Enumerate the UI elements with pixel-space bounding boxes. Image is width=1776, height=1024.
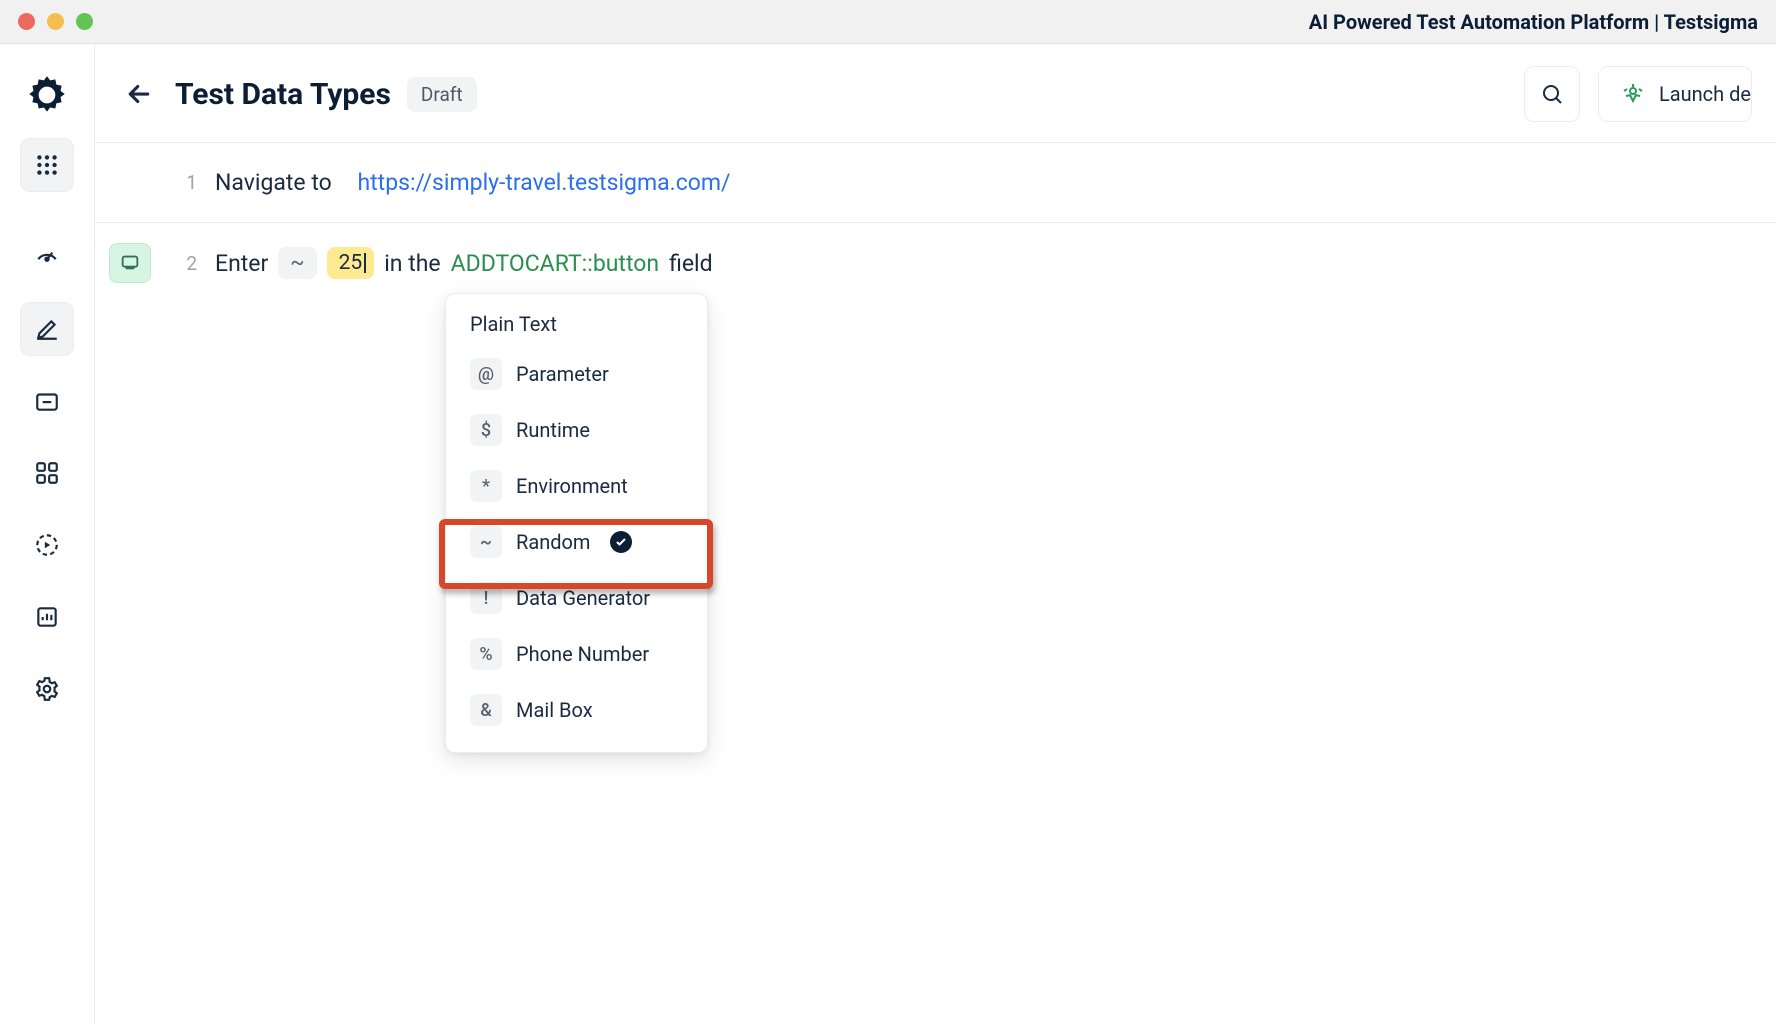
data-value[interactable]: 25 — [327, 247, 375, 279]
step-text-mid: in the — [384, 250, 440, 277]
nlp-badge[interactable] — [109, 243, 151, 283]
back-button[interactable] — [119, 74, 159, 114]
dropdown-item-label: Random — [516, 530, 590, 554]
close-window-button[interactable] — [18, 13, 35, 30]
step-verb: Navigate to — [215, 169, 332, 196]
dropdown-item-label: Environment — [516, 474, 628, 498]
sidebar-item-runs[interactable] — [20, 518, 74, 572]
at-icon: @ — [470, 358, 502, 390]
sidebar-item-edit[interactable] — [20, 302, 74, 356]
step-verb: Enter — [215, 250, 268, 277]
search-button[interactable] — [1524, 66, 1580, 122]
dropdown-item-label: Mail Box — [516, 698, 593, 722]
dropdown-item-label: Phone Number — [516, 642, 649, 666]
dropdown-item-label: Parameter — [516, 362, 609, 386]
sidebar-item-components[interactable] — [20, 446, 74, 500]
traffic-lights — [18, 13, 93, 30]
check-icon — [610, 531, 632, 553]
dropdown-item-runtime[interactable]: $ Runtime — [446, 402, 707, 458]
dropdown-item-mail-box[interactable]: & Mail Box — [446, 682, 707, 738]
data-type-indicator[interactable]: ~ — [278, 247, 316, 279]
sidebar-item-folders[interactable] — [20, 374, 74, 428]
tilde-icon: ~ — [470, 526, 502, 558]
app-logo[interactable] — [22, 70, 72, 120]
window-title: AI Powered Test Automation Platform | Te… — [1309, 10, 1758, 34]
dollar-icon: $ — [470, 414, 502, 446]
steps-list: 1 Navigate to https://simply-travel.test… — [95, 143, 1776, 1024]
step-url[interactable]: https://simply-travel.testsigma.com/ — [357, 169, 730, 196]
page-header: Test Data Types Draft Launch de — [95, 44, 1776, 143]
step-number: 1 — [165, 171, 215, 194]
sidebar-item-reports[interactable] — [20, 590, 74, 644]
status-badge: Draft — [407, 77, 477, 112]
dropdown-header: Plain Text — [446, 312, 707, 346]
dropdown-item-label: Runtime — [516, 418, 590, 442]
data-type-dropdown[interactable]: Plain Text @ Parameter $ Runtime * Envir… — [445, 293, 708, 753]
page-title: Test Data Types — [175, 77, 391, 112]
minimize-window-button[interactable] — [47, 13, 64, 30]
dropdown-item-data-generator[interactable]: ! Data Generator — [446, 570, 707, 626]
dropdown-item-parameter[interactable]: @ Parameter — [446, 346, 707, 402]
sidebar-item-settings[interactable] — [20, 662, 74, 716]
dropdown-item-environment[interactable]: * Environment — [446, 458, 707, 514]
step-row[interactable]: 1 Navigate to https://simply-travel.test… — [95, 143, 1776, 223]
step-element[interactable]: ADDTOCART::button — [451, 250, 659, 277]
percent-icon: % — [470, 638, 502, 670]
exclaim-icon: ! — [470, 582, 502, 614]
maximize-window-button[interactable] — [76, 13, 93, 30]
dropdown-item-label: Data Generator — [516, 586, 650, 610]
step-text-suffix: field — [669, 250, 713, 277]
step-row[interactable]: 2 Enter ~ 25 in the ADDTOCART::button fi… — [95, 223, 1776, 303]
sidebar — [0, 44, 95, 1024]
dropdown-item-random[interactable]: ~ Random — [446, 514, 707, 570]
step-number: 2 — [165, 252, 215, 275]
launch-button-label: Launch de — [1659, 82, 1751, 106]
ampersand-icon: & — [470, 694, 502, 726]
dropdown-item-phone-number[interactable]: % Phone Number — [446, 626, 707, 682]
launch-button[interactable]: Launch de — [1598, 66, 1752, 122]
titlebar: AI Powered Test Automation Platform | Te… — [0, 0, 1776, 44]
sidebar-item-apps[interactable] — [20, 138, 74, 192]
asterisk-icon: * — [470, 470, 502, 502]
sidebar-item-dashboard[interactable] — [20, 230, 74, 284]
